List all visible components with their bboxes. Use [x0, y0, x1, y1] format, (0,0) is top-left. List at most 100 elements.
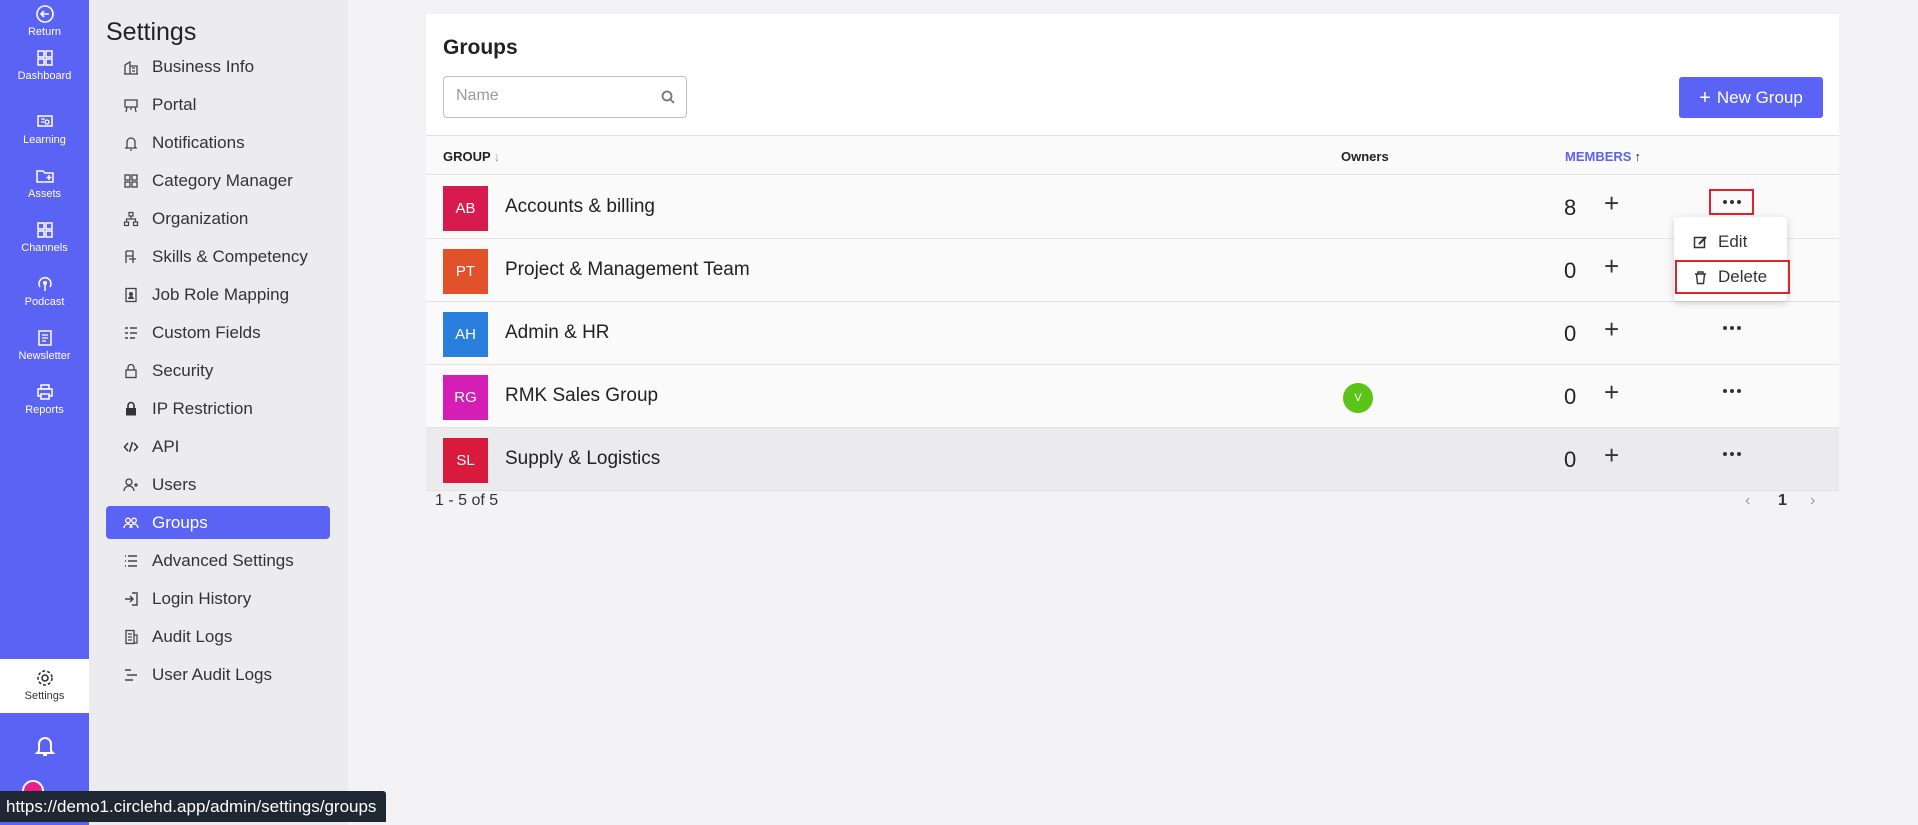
- lock-open-icon: [122, 362, 140, 380]
- sidebar-item-label: Users: [152, 474, 197, 494]
- rail-return[interactable]: Return: [0, 4, 89, 38]
- rail-dashboard[interactable]: Dashboard: [0, 48, 89, 82]
- member-count: 0: [1564, 321, 1577, 346]
- login-icon: [122, 590, 140, 608]
- sidebar-item-login-history[interactable]: Login History: [106, 582, 330, 615]
- more-actions-icon[interactable]: [1709, 189, 1754, 215]
- sort-down-icon: ↓: [493, 149, 501, 164]
- dashboard-icon: [35, 48, 55, 68]
- sidebar-item-user-audit-logs[interactable]: User Audit Logs: [106, 658, 330, 691]
- search-icon[interactable]: [660, 89, 676, 105]
- group-name[interactable]: Supply & Logistics: [505, 448, 660, 470]
- groups-card: Groups + New Group GROUP↓ Owners MEMBERS…: [426, 14, 1839, 491]
- prev-page-icon[interactable]: ‹: [1745, 492, 1750, 510]
- status-bar-url: https://demo1.circlehd.app/admin/setting…: [0, 791, 387, 822]
- lock-icon: [122, 400, 140, 418]
- sidebar-item-label: Category Manager: [152, 170, 293, 190]
- table-header: GROUP ↓ Owners MEMBERS ↑: [426, 135, 1839, 175]
- newsletter-icon: [35, 328, 55, 348]
- rail-reports[interactable]: Reports: [0, 382, 89, 416]
- add-member-icon[interactable]: +: [1604, 253, 1619, 279]
- portal-icon: [122, 96, 140, 114]
- assets-icon: [35, 166, 55, 186]
- rail-label: Channels: [21, 242, 68, 254]
- search-input[interactable]: [444, 77, 644, 115]
- learning-icon: [35, 112, 55, 132]
- channels-icon: [35, 220, 55, 240]
- rail-newsletter[interactable]: Newsletter: [0, 328, 89, 362]
- rail-label: Return: [27, 26, 62, 38]
- owner-avatar[interactable]: V: [1343, 383, 1373, 413]
- sidebar-item-advanced-settings[interactable]: Advanced Settings: [106, 544, 330, 577]
- sidebar-item-label: Advanced Settings: [152, 550, 294, 570]
- add-member-icon[interactable]: +: [1604, 379, 1619, 405]
- rail-label: Settings: [24, 690, 65, 702]
- rail-label: Podcast: [24, 296, 65, 308]
- sidebar-item-category-manager[interactable]: Category Manager: [106, 164, 330, 197]
- sidebar-item-users[interactable]: Users: [106, 468, 330, 501]
- table-row[interactable]: AB Accounts & billing 8 +: [426, 176, 1839, 239]
- column-members[interactable]: MEMBERS ↑: [1565, 149, 1641, 164]
- notification-bell-icon[interactable]: [34, 734, 56, 758]
- group-name[interactable]: Accounts & billing: [505, 196, 655, 218]
- settings-panel: Settings Business Info Portal Notification…: [89, 0, 348, 825]
- add-member-icon[interactable]: +: [1604, 316, 1619, 342]
- group-name[interactable]: RMK Sales Group: [505, 385, 658, 407]
- current-page[interactable]: 1: [1778, 492, 1787, 510]
- add-member-icon[interactable]: +: [1604, 442, 1619, 468]
- rail-label: Newsletter: [18, 350, 71, 362]
- row-action-menu: Edit Delete: [1674, 217, 1790, 301]
- skills-icon: [122, 248, 140, 266]
- rail-learning[interactable]: Learning: [0, 112, 89, 146]
- more-actions-icon[interactable]: [1709, 378, 1754, 404]
- plus-icon: +: [1699, 86, 1711, 109]
- sidebar-item-notifications[interactable]: Notifications: [106, 126, 330, 159]
- group-name[interactable]: Project & Management Team: [505, 259, 750, 281]
- table-row[interactable]: SL Supply & Logistics 0 +: [426, 428, 1839, 491]
- new-group-button[interactable]: + New Group: [1679, 77, 1823, 118]
- group-avatar: SL: [443, 438, 488, 483]
- sidebar-item-organization[interactable]: Organization: [106, 202, 330, 235]
- sidebar-item-label: Groups: [152, 512, 208, 532]
- group-avatar: AH: [443, 312, 488, 357]
- sidebar-item-label: Notifications: [152, 132, 245, 152]
- sidebar-item-label: API: [152, 436, 180, 456]
- sidebar-item-api[interactable]: API: [106, 430, 330, 463]
- table-row[interactable]: PT Project & Management Team 0 +: [426, 239, 1839, 302]
- rail-channels[interactable]: Channels: [0, 220, 89, 254]
- sidebar-item-skills-competency[interactable]: Skills & Competency: [106, 240, 330, 273]
- member-count: 8: [1564, 195, 1577, 220]
- group-avatar: RG: [443, 375, 488, 420]
- sidebar-item-ip-restriction[interactable]: IP Restriction: [106, 392, 330, 425]
- sidebar-item-job-role-mapping[interactable]: Job Role Mapping: [106, 278, 330, 311]
- groups-icon: [122, 514, 140, 532]
- menu-delete[interactable]: Delete: [1675, 260, 1790, 294]
- more-actions-icon[interactable]: [1709, 315, 1754, 341]
- more-actions-icon[interactable]: [1709, 441, 1754, 467]
- sidebar-item-label: Custom Fields: [152, 322, 261, 342]
- reports-icon: [35, 382, 55, 402]
- menu-edit[interactable]: Edit: [1674, 225, 1787, 259]
- rail-podcast[interactable]: Podcast: [0, 274, 89, 308]
- member-count: 0: [1564, 384, 1577, 409]
- sidebar-item-label: Organization: [152, 208, 249, 228]
- rail-assets[interactable]: Assets: [0, 166, 89, 200]
- sidebar-item-security[interactable]: Security: [106, 354, 330, 387]
- sidebar-item-business-info[interactable]: Business Info: [106, 50, 330, 83]
- table-row[interactable]: RG RMK Sales Group V 0 +: [426, 365, 1839, 428]
- member-count: 0: [1564, 447, 1577, 472]
- rail-settings[interactable]: Settings: [0, 659, 89, 713]
- sidebar-item-custom-fields[interactable]: Custom Fields: [106, 316, 330, 349]
- return-icon: [35, 4, 55, 24]
- next-page-icon[interactable]: ›: [1810, 492, 1815, 510]
- rail-label: Reports: [25, 404, 64, 416]
- sidebar-item-groups[interactable]: Groups: [106, 506, 330, 539]
- group-name[interactable]: Admin & HR: [505, 322, 610, 344]
- table-row[interactable]: AH Admin & HR 0 +: [426, 302, 1839, 365]
- pagination-info: 1 - 5 of 5: [435, 492, 499, 509]
- sidebar-item-audit-logs[interactable]: Audit Logs: [106, 620, 330, 653]
- sidebar-item-label: IP Restriction: [152, 398, 253, 418]
- sidebar-item-portal[interactable]: Portal: [106, 88, 330, 121]
- add-member-icon[interactable]: +: [1604, 190, 1619, 216]
- column-group[interactable]: GROUP ↓: [443, 149, 500, 164]
